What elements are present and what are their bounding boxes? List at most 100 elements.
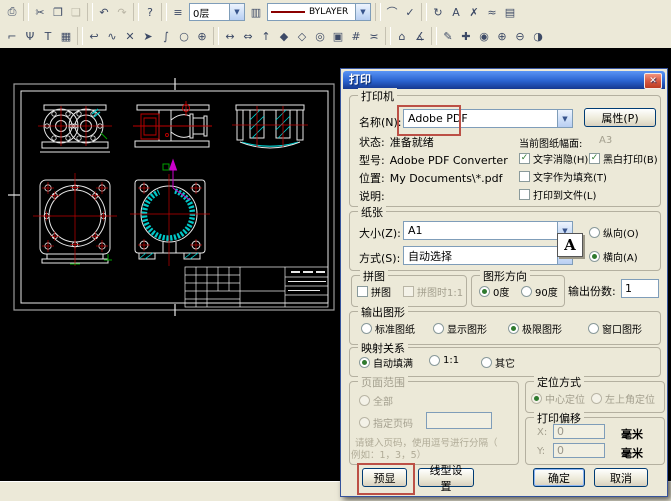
- close-button[interactable]: ✕: [644, 73, 662, 89]
- dim-horizontal-icon[interactable]: ↔: [221, 27, 239, 45]
- chevron-down-icon[interactable]: ▼: [229, 4, 244, 20]
- checkbox-text-hide[interactable]: ✓ 文字消隐(H): [519, 151, 588, 166]
- printer-name-combo[interactable]: Adobe PDF ▼: [403, 109, 573, 128]
- radio-icon: [479, 286, 490, 297]
- checkbox-checked-icon: ✓: [589, 153, 600, 164]
- redline-pencil-icon[interactable]: ✎: [439, 27, 457, 45]
- radio-standard-sheet[interactable]: 标准图纸: [361, 321, 415, 336]
- radio-display-graphics[interactable]: 显示图形: [433, 321, 487, 336]
- current-paper-label: 当前图纸幅面:: [519, 135, 582, 150]
- offset-y-label: Y:: [537, 446, 545, 457]
- printer-location-row: 位置:My Documents\*.pdf: [359, 170, 502, 186]
- dim-diamond-icon[interactable]: ◆: [275, 27, 293, 45]
- break-line-icon[interactable]: ✕: [121, 27, 139, 45]
- checkbox-bw-print[interactable]: ✓ 黑白打印(B): [589, 151, 658, 166]
- properties-button[interactable]: 属性(P): [584, 108, 656, 127]
- toolbar-separator: [385, 27, 391, 45]
- raster-tool-icon[interactable]: ▦: [57, 27, 75, 45]
- radio-extents-graphics[interactable]: 极限图形: [508, 321, 562, 336]
- linetype-settings-button[interactable]: 线型设置: [418, 468, 474, 487]
- endpoint-snap-icon[interactable]: ✓: [401, 3, 419, 21]
- chevron-down-icon[interactable]: ▼: [557, 110, 572, 127]
- angle-measure-icon[interactable]: ∡: [411, 27, 429, 45]
- radio-icon: [508, 323, 519, 334]
- radio-90-degrees[interactable]: 90度: [521, 284, 558, 299]
- chevron-down-icon[interactable]: ▼: [355, 4, 370, 20]
- dim-vertical-icon[interactable]: ↑: [257, 27, 275, 45]
- radio-portrait[interactable]: 纵向(O): [589, 225, 639, 240]
- zoom-in-icon[interactable]: ⊕: [493, 27, 511, 45]
- radio-window-graphics[interactable]: 窗口图形: [588, 321, 642, 336]
- radio-icon: [589, 251, 600, 262]
- zoom-out-icon[interactable]: ⊖: [511, 27, 529, 45]
- color-combo[interactable]: BYLAYER ▼: [267, 3, 371, 21]
- undo-icon[interactable]: ↶: [95, 3, 113, 21]
- radio-icon: [433, 323, 444, 334]
- zoom-window-icon[interactable]: ◑: [529, 27, 547, 45]
- ok-button[interactable]: 确定: [533, 468, 585, 487]
- text-tool-icon[interactable]: T: [39, 27, 57, 45]
- spline-icon[interactable]: ∫: [157, 27, 175, 45]
- dim-parallel-icon[interactable]: ⇔: [239, 27, 257, 45]
- checkbox-print-to-file[interactable]: 打印到文件(L): [519, 187, 596, 202]
- radio-icon: [359, 357, 370, 368]
- snap-settings-icon[interactable]: ≈: [483, 3, 501, 21]
- checkbox-icon: [519, 171, 530, 182]
- radio-0-degrees[interactable]: 0度: [479, 284, 509, 299]
- dim-baseline-icon[interactable]: ≍: [365, 27, 383, 45]
- paste-icon[interactable]: ❏: [67, 3, 85, 21]
- redo-icon[interactable]: ↷: [113, 3, 131, 21]
- layer-settings-icon[interactable]: ▥: [247, 3, 265, 21]
- dialog-titlebar[interactable]: 打印 ✕: [343, 71, 665, 89]
- text-style-icon[interactable]: A: [447, 3, 465, 21]
- checkbox-tile[interactable]: 拼图: [357, 284, 391, 299]
- node-circle-icon[interactable]: ○: [175, 27, 193, 45]
- toolbar-edit: ⌐ΨT▦↩∿✕➤∫○⊕↔⇔↑◆◇◎▣#≍⌂∡✎✚◉⊕⊖◑: [0, 24, 671, 49]
- help-icon[interactable]: ?: [141, 3, 159, 21]
- paper-size-combo[interactable]: A1 ▼: [403, 221, 573, 240]
- radio-1to1[interactable]: 1:1: [429, 355, 459, 366]
- toolbar-separator: [133, 3, 139, 21]
- printer-status-row: 状态:准备就绪: [359, 134, 434, 150]
- fillet-icon[interactable]: ⌒: [383, 3, 401, 21]
- layers-icon[interactable]: ≡: [169, 3, 187, 21]
- printer-name-value: Adobe PDF: [408, 112, 557, 125]
- dim-grid-icon[interactable]: #: [347, 27, 365, 45]
- radio-auto-fill[interactable]: 自动填满: [359, 355, 413, 370]
- paper-mode-combo[interactable]: 自动选择 ▼: [403, 246, 573, 265]
- wave-line-icon[interactable]: ∿: [103, 27, 121, 45]
- copies-input[interactable]: [621, 279, 659, 298]
- preview-button[interactable]: 预显: [362, 468, 407, 487]
- node-edit-icon[interactable]: ⌐: [3, 27, 21, 45]
- radio-icon: [591, 393, 602, 404]
- toolbar-separator: [161, 3, 167, 21]
- view-rotate-icon[interactable]: ↻: [429, 3, 447, 21]
- dim-box-icon[interactable]: ▣: [329, 27, 347, 45]
- checkbox-icon: [519, 189, 530, 200]
- new-doc-icon[interactable]: ▤: [501, 3, 519, 21]
- checkbox-tile-1to1: 拼图时1:1: [403, 284, 463, 299]
- center-mark-icon[interactable]: ⊕: [193, 27, 211, 45]
- print-icon[interactable]: ⎙: [3, 3, 21, 21]
- radio-other-scale[interactable]: 其它: [481, 355, 515, 370]
- dim-tolerance-icon[interactable]: ◇: [293, 27, 311, 45]
- cad-view-bottom-left: [33, 173, 117, 266]
- checkbox-text-fill[interactable]: 文字作为填充(T): [519, 169, 607, 184]
- cut-icon[interactable]: ✂: [31, 3, 49, 21]
- undo-curve-icon[interactable]: ↩: [85, 27, 103, 45]
- radio-icon: [589, 227, 600, 238]
- layer-combo[interactable]: 0层 ▼: [189, 3, 245, 21]
- dim-center-icon[interactable]: ◎: [311, 27, 329, 45]
- copy-icon[interactable]: ❐: [49, 3, 67, 21]
- printer-desc-label: 说明:: [359, 188, 385, 204]
- cancel-button[interactable]: 取消: [594, 468, 648, 487]
- pointer-icon[interactable]: ➤: [139, 27, 157, 45]
- pan-view-icon[interactable]: ✚: [457, 27, 475, 45]
- find-text-icon[interactable]: ⌂: [393, 27, 411, 45]
- curve-pick-icon[interactable]: Ψ: [21, 27, 39, 45]
- zoom-dynamic-icon[interactable]: ◉: [475, 27, 493, 45]
- checkbox-icon: [403, 286, 414, 297]
- delete-tool-icon[interactable]: ✗: [465, 3, 483, 21]
- radio-landscape[interactable]: 横向(A): [589, 249, 638, 264]
- radio-icon: [429, 355, 440, 366]
